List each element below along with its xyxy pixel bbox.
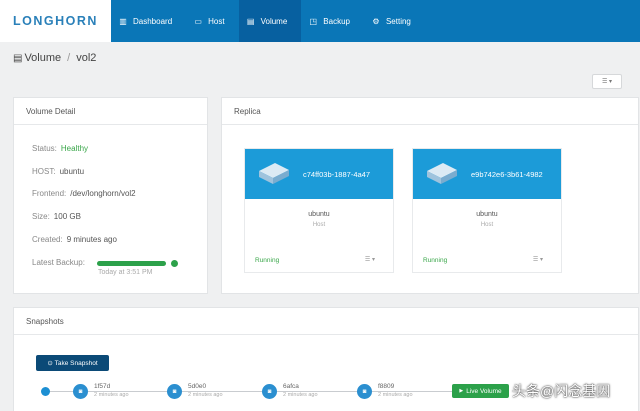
backup-progress-bar: [97, 261, 166, 266]
snapshot-id: f8809: [378, 383, 395, 390]
take-snapshot-button[interactable]: ⊙ Take Snapshot: [36, 355, 109, 371]
snapshot-time: 2 minutes ago: [283, 392, 318, 398]
backup-icon: ◳: [309, 16, 318, 26]
actions-dropdown-button[interactable]: ☰ ▾: [592, 74, 622, 89]
backup-time: Today at 3:51 PM: [98, 269, 153, 276]
snapshot-node[interactable]: ◙: [73, 384, 88, 399]
nav-item-setting[interactable]: ⚙ Setting: [364, 0, 425, 42]
status-row: Status: Healthy: [32, 144, 88, 153]
snapshot-node[interactable]: ◙: [357, 384, 372, 399]
snapshot-node[interactable]: ◙: [167, 384, 182, 399]
nav-item-label: Dashboard: [133, 16, 173, 26]
watermark: 头条@闪念基因: [512, 383, 611, 399]
created-value: 9 minutes ago: [66, 235, 117, 244]
size-value: 100 GB: [53, 212, 81, 221]
take-snapshot-label: Take Snapshot: [54, 359, 98, 367]
top-nav-bar: LONGHORN ▥ Dashboard ▭ Host ▤ Volume ◳ B…: [0, 0, 640, 42]
replica-name: e9b742e6-3b61-4982: [471, 170, 543, 179]
main-nav: ▥ Dashboard ▭ Host ▤ Volume ◳ Backup ⚙ S…: [111, 0, 425, 42]
host-row: HOST: ubuntu: [32, 167, 84, 176]
list-icon: ☰: [364, 257, 371, 263]
created-row: Created: 9 minutes ago: [32, 235, 117, 244]
replica-host-label: Host: [312, 222, 326, 228]
snapshot-node[interactable]: ◙: [262, 384, 277, 399]
size-label: Size:: [32, 212, 50, 221]
live-volume-button[interactable]: ▶ Live Volume: [452, 384, 509, 398]
disk-icon: [427, 163, 457, 184]
camera-icon: ◙: [78, 388, 83, 395]
snapshot-id: 6afca: [283, 383, 299, 390]
nav-item-dashboard[interactable]: ▥ Dashboard: [111, 0, 186, 42]
replica-host-label: Host: [480, 222, 494, 228]
volume-icon: ▤: [246, 16, 255, 26]
disk-icon: [259, 163, 289, 184]
breadcrumb: ▤ Volume / vol2: [13, 52, 96, 64]
snapshot-time: 2 minutes ago: [94, 392, 129, 398]
panel-title: Replica: [222, 98, 638, 125]
camera-icon: ◙: [267, 388, 272, 395]
frontend-value: /dev/longhorn/vol2: [70, 189, 136, 198]
replica-card-header: c74ff03b-1887-4a47: [245, 149, 393, 199]
nav-item-host[interactable]: ▭ Host: [186, 0, 238, 42]
backup-progress-fill: [97, 261, 166, 266]
backup-row: Latest Backup:: [32, 258, 85, 267]
camera-icon: ◙: [172, 388, 177, 395]
frontend-label: Frontend:: [32, 189, 67, 198]
volume-icon: ▤: [13, 52, 23, 64]
status-value: Healthy: [60, 144, 89, 153]
snapshot-id: 5d0e0: [188, 383, 207, 390]
snapshot-id: 1f57d: [94, 383, 111, 390]
list-icon: ☰: [601, 79, 608, 85]
host-label: HOST:: [32, 167, 56, 176]
replica-status: Running: [423, 257, 448, 264]
status-label: Status:: [32, 144, 57, 153]
replica-host: ubuntu: [308, 211, 330, 218]
host-icon: ▭: [194, 16, 202, 26]
camera-icon: ⊙: [47, 360, 55, 367]
nav-item-label: Host: [208, 16, 225, 26]
nav-item-label: Setting: [385, 16, 411, 26]
camera-icon: ◙: [362, 388, 367, 395]
list-icon: ☰: [532, 257, 539, 263]
timeline-start-dot: [41, 387, 50, 396]
host-value: ubuntu: [59, 167, 85, 176]
play-icon: ▶: [459, 388, 464, 394]
chevron-down-icon: ▾: [371, 257, 375, 263]
chevron-down-icon: ▾: [539, 257, 543, 263]
replica-menu-button[interactable]: ☰ ▾: [533, 256, 543, 263]
backup-complete-icon: [171, 260, 178, 267]
snapshot-time: 2 minutes ago: [188, 392, 223, 398]
breadcrumb-current: vol2: [76, 52, 97, 64]
replica-card-header: e9b742e6-3b61-4982: [413, 149, 561, 199]
created-label: Created:: [32, 235, 63, 244]
breadcrumb-section[interactable]: Volume: [24, 52, 61, 64]
chevron-down-icon: ▾: [609, 79, 613, 85]
replica-host: ubuntu: [476, 211, 498, 218]
volume-detail-panel: Volume Detail Status: Healthy HOST: ubuntu…: [13, 97, 208, 294]
replica-card[interactable]: e9b742e6-3b61-4982 ubuntu Host Running ☰…: [412, 148, 562, 273]
panel-title: Volume Detail: [14, 98, 207, 125]
replica-panel: Replica c74ff03b-1887-4a47 ubuntu Host R…: [221, 97, 639, 294]
logo-text: LONGHORN: [13, 14, 98, 28]
snapshot-time: 2 minutes ago: [378, 392, 413, 398]
size-row: Size: 100 GB: [32, 212, 81, 221]
nav-item-label: Volume: [260, 16, 288, 26]
logo[interactable]: LONGHORN: [0, 0, 111, 42]
frontend-row: Frontend:/dev/longhorn/vol2: [32, 189, 136, 198]
replica-status: Running: [255, 257, 280, 264]
live-volume-label: Live Volume: [466, 387, 502, 395]
nav-item-backup[interactable]: ◳ Backup: [301, 0, 364, 42]
replica-name: c74ff03b-1887-4a47: [303, 170, 371, 179]
backup-label: Latest Backup:: [32, 258, 85, 267]
replica-card[interactable]: c74ff03b-1887-4a47 ubuntu Host Running ☰…: [244, 148, 394, 273]
dashboard-icon: ▥: [119, 16, 127, 26]
nav-item-volume[interactable]: ▤ Volume: [238, 0, 302, 42]
breadcrumb-separator: /: [67, 52, 71, 64]
panel-title: Snapshots: [14, 308, 638, 335]
nav-item-label: Backup: [323, 16, 350, 26]
replica-menu-button[interactable]: ☰ ▾: [365, 256, 375, 263]
setting-icon: ⚙: [372, 16, 380, 26]
